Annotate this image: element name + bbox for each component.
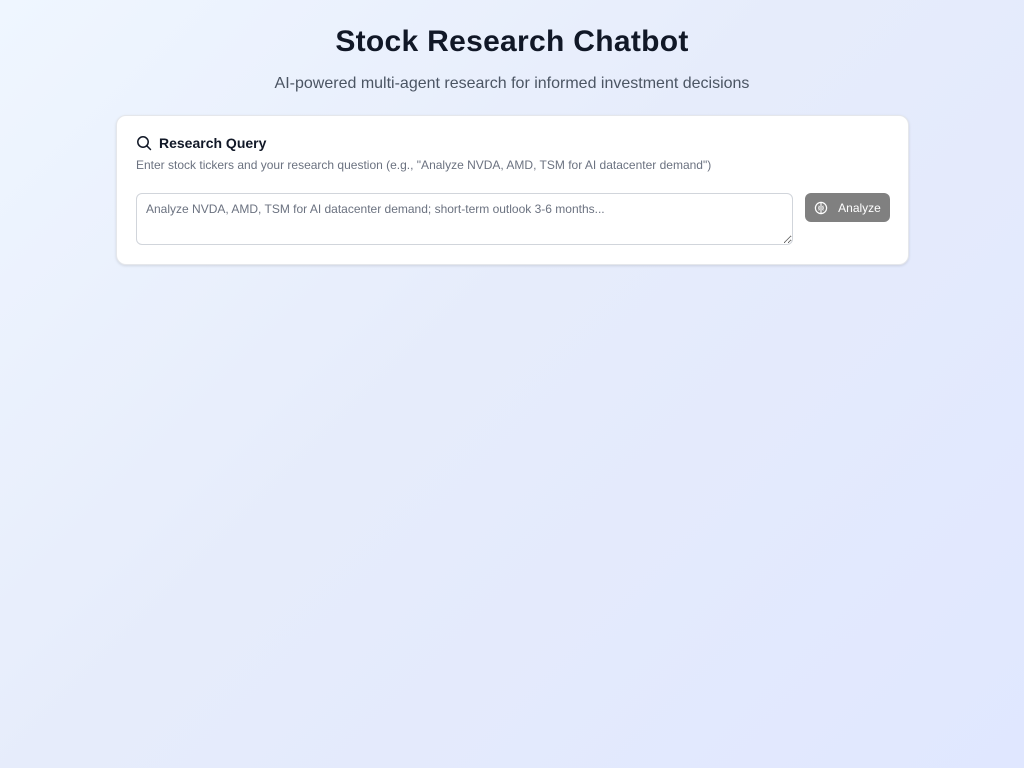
card-title: Research Query [159,135,267,151]
research-query-card: Research Query Enter stock tickers and y… [116,115,909,265]
page-header: Stock Research Chatbot AI-powered multi-… [0,24,1024,94]
page-subtitle: AI-powered multi-agent research for info… [274,75,750,92]
page-title: Stock Research Chatbot [335,25,689,58]
card-description: Enter stock tickers and your research qu… [136,158,712,172]
search-icon [136,135,152,151]
card-header: Research Query [136,135,266,151]
analyze-button[interactable]: Analyze [805,193,890,222]
analyze-button-label: Analyze [838,200,881,215]
research-query-input[interactable] [136,193,793,245]
brain-icon [814,201,828,215]
